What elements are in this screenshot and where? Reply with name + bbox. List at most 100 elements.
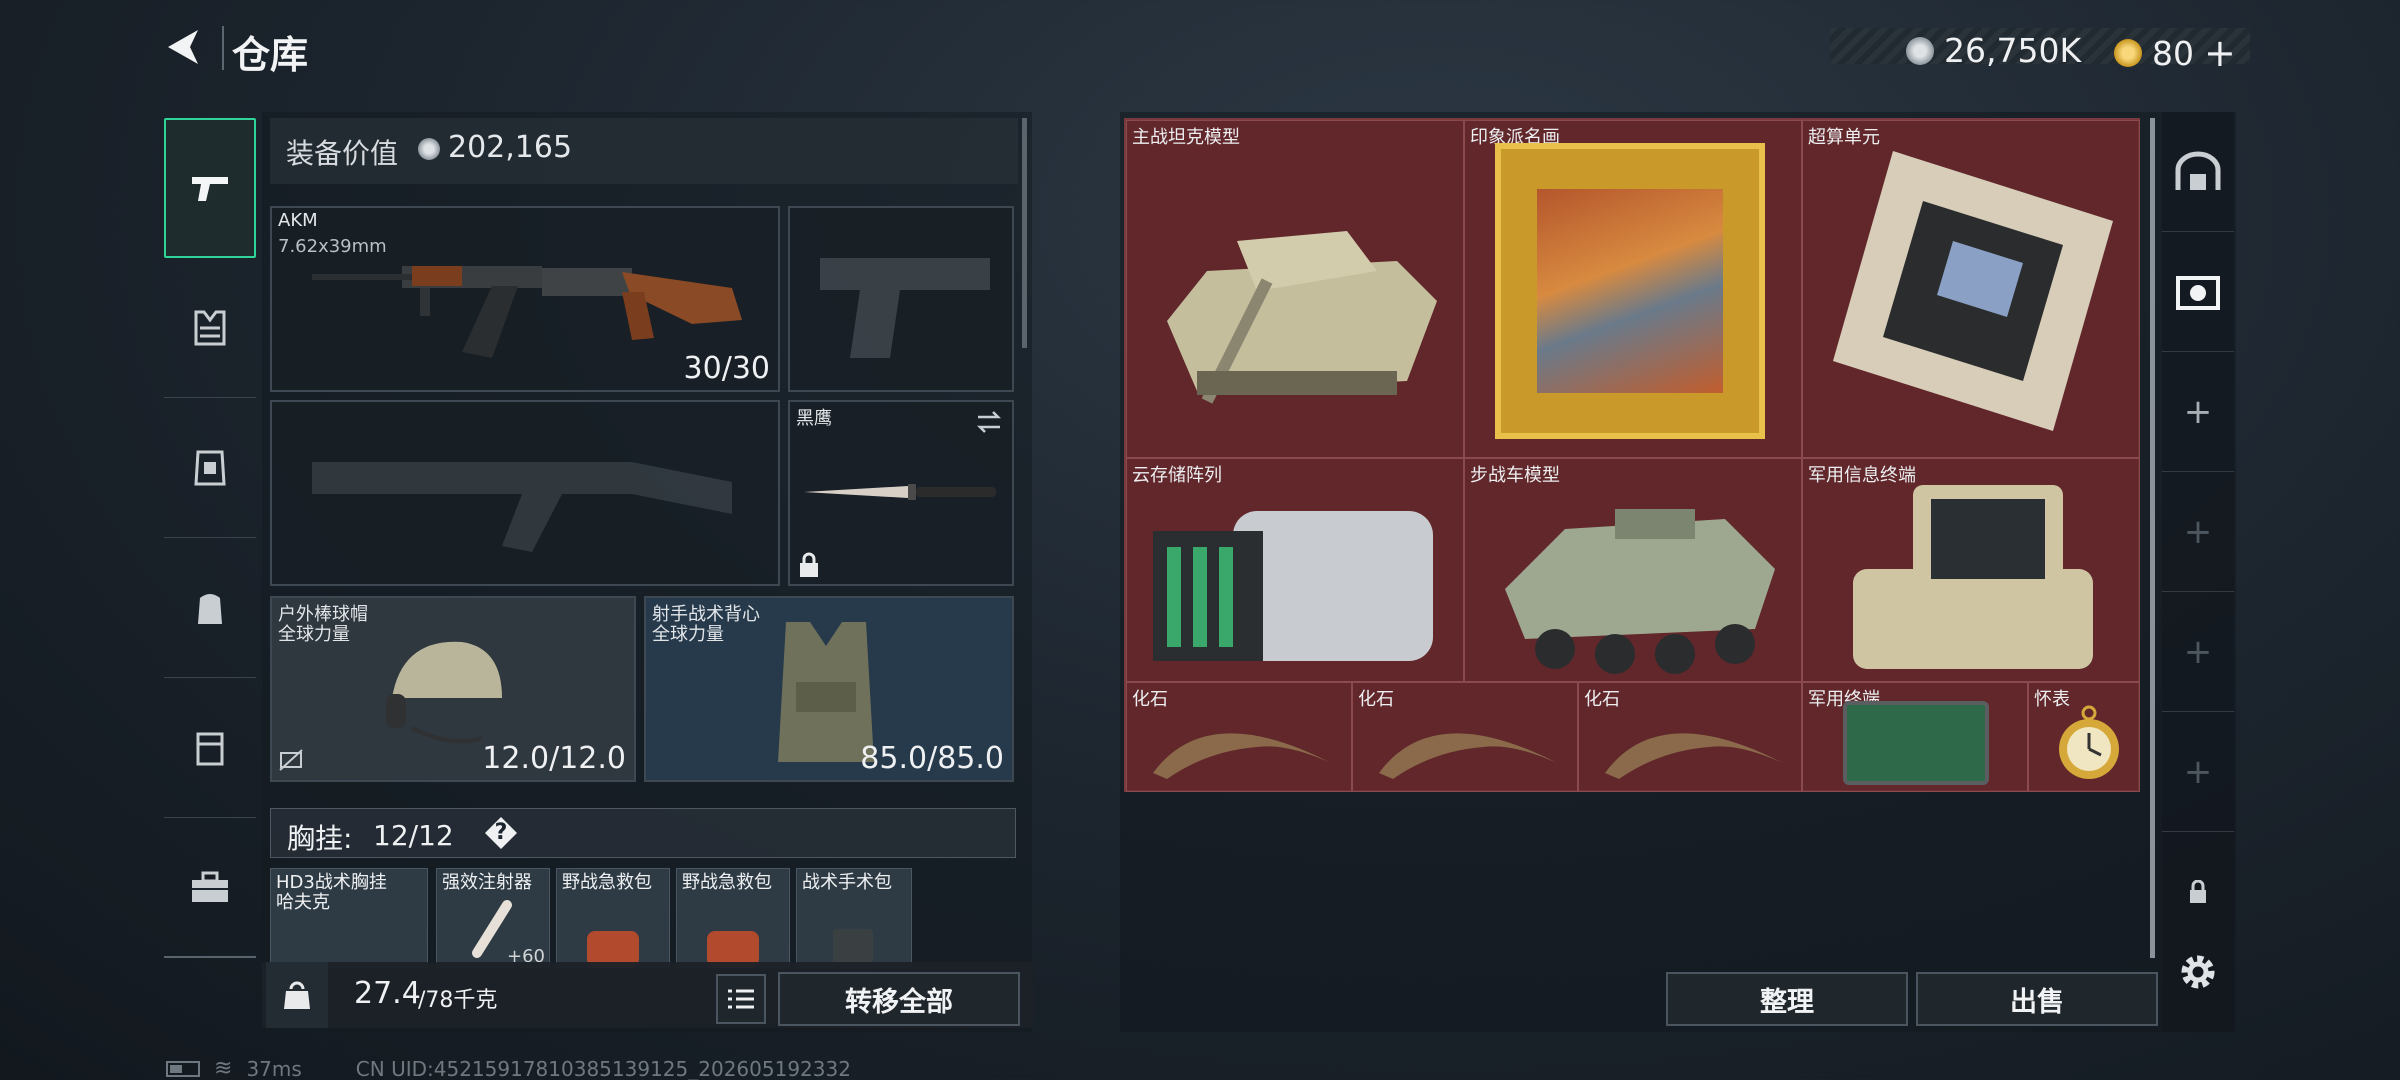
transfer-all-button[interactable]: 转移全部: [778, 972, 1020, 1026]
chest-rig-header: 胸挂: 12/12 ?: [270, 808, 1016, 858]
knife-icon: [804, 484, 996, 500]
money-coin-icon: [1906, 36, 1934, 65]
primary-weapon-slot[interactable]: AKM 7.62x39mm 30/30: [270, 206, 780, 392]
storage-item[interactable]: 主战坦克模型: [1126, 120, 1464, 458]
coin-display[interactable]: 80 +: [2114, 31, 2236, 75]
add-storage-tab[interactable]: +: [2162, 592, 2234, 712]
armor-durability: 85.0/85.0: [860, 741, 1004, 776]
help-icon[interactable]: ?: [485, 817, 517, 849]
rig-item-name: 强效注射器: [442, 872, 532, 893]
tab-weapons[interactable]: [164, 118, 256, 258]
supercomputer-unit-icon: [1833, 151, 2113, 431]
gear-icon: [2181, 955, 2215, 989]
tab-backpack[interactable]: [164, 538, 256, 678]
chest-rig-capacity: 12/12: [373, 819, 454, 852]
tab-storage-main[interactable]: [2162, 112, 2234, 232]
add-storage-tab[interactable]: +: [2162, 352, 2234, 472]
back-arrow-icon: [168, 30, 198, 64]
money-amount: 26,750K: [1944, 31, 2082, 70]
tab-pouch[interactable]: [164, 678, 256, 818]
equipment-value: 202,165: [448, 130, 573, 165]
back-button[interactable]: [160, 22, 210, 72]
toolbox-icon: [192, 871, 228, 902]
equipment-box-icon: [2176, 275, 2220, 310]
money-coin-icon: [418, 138, 440, 160]
storage-item[interactable]: 化石: [1352, 682, 1578, 792]
fossil-claw-icon: [1153, 733, 1331, 779]
fossil-claw-icon: [1379, 733, 1557, 779]
money-display: 26,750K: [1906, 31, 2081, 70]
storage-item[interactable]: 步战车模型: [1464, 458, 1802, 682]
rig-item[interactable]: HD3战术胸挂 哈夫克: [270, 868, 428, 968]
painting-frame-icon: [1495, 143, 1765, 439]
tab-toolbox[interactable]: [164, 818, 256, 958]
tab-armor[interactable]: [164, 398, 256, 538]
storage-item[interactable]: 军用信息终端: [1802, 458, 2140, 682]
warehouse-icon: [2175, 151, 2221, 190]
helmet-slot[interactable]: 户外棒球帽 全球力量 12.0/12.0: [270, 596, 636, 782]
storage-item-name: 云存储阵列: [1132, 465, 1222, 486]
military-tablet-icon: [1843, 701, 1989, 785]
storage-grid: 主战坦克模型 印象派名画 超算单元 云存储阵列 步战车模型 军用信息终端 化石 …: [1124, 118, 2140, 792]
sidearm-slot-empty[interactable]: [788, 206, 1014, 392]
armor-slot[interactable]: 射手战术背心 全球力量 85.0/85.0: [644, 596, 1014, 782]
rig-item-name: 野战急救包: [562, 872, 652, 893]
weight-icon-box: [266, 962, 328, 1028]
storage-item[interactable]: 化石: [1578, 682, 1802, 792]
rig-item[interactable]: 野战急救包: [556, 868, 670, 968]
armor-brand: 全球力量: [652, 624, 724, 645]
header-divider: [222, 26, 224, 70]
rig-item[interactable]: 战术手术包: [796, 868, 912, 969]
ammo-count: 30/30: [683, 351, 770, 386]
tab-vest[interactable]: [164, 258, 256, 398]
storage-item[interactable]: 军用终端: [1802, 682, 2028, 792]
list-view-button[interactable]: [716, 974, 766, 1024]
storage-item[interactable]: 印象派名画: [1464, 120, 1802, 458]
storage-item[interactable]: 怀表: [2028, 682, 2140, 792]
storage-item[interactable]: 云存储阵列: [1126, 458, 1464, 682]
helmet-brand: 全球力量: [278, 624, 350, 645]
chest-rig-label: 胸挂:: [287, 822, 353, 855]
user-uid: CN UID:452159178103851391​25_20260519233…: [355, 1056, 851, 1080]
loadout-scrollbar[interactable]: [1022, 118, 1027, 348]
storage-item[interactable]: 化石: [1126, 682, 1352, 792]
helmet-durability: 12.0/12.0: [482, 741, 626, 776]
secondary-weapon-slot-empty[interactable]: [270, 400, 780, 586]
storage-item-name: 主战坦克模型: [1132, 127, 1240, 148]
max-weight: /78千克: [418, 988, 498, 1013]
equipment-value-label: 装备价值: [286, 137, 399, 170]
rig-item[interactable]: 野战急救包: [676, 868, 790, 968]
backpack-icon: [198, 593, 222, 624]
lock-icon: [800, 552, 818, 577]
plus-icon: +: [2183, 631, 2213, 672]
gun-icon: [192, 177, 228, 201]
status-bar: ≋ 37ms CN UID:452159178103851391​25_2026…: [166, 1056, 851, 1080]
add-storage-tab[interactable]: +: [2162, 472, 2234, 592]
sort-button[interactable]: 整理: [1666, 972, 1908, 1026]
storage-item[interactable]: 超算单元: [1802, 120, 2140, 458]
add-storage-tab[interactable]: +: [2162, 712, 2234, 832]
pistol-silhouette-icon: [820, 258, 990, 358]
plus-icon: +: [2183, 751, 2213, 792]
rig-item-name: 野战急救包: [682, 872, 772, 893]
military-terminal-icon: [1853, 485, 2093, 669]
add-coin-button[interactable]: +: [2204, 31, 2236, 75]
rig-item-brand: 哈夫克: [276, 892, 330, 913]
tab-storage-equipment[interactable]: [2162, 232, 2234, 352]
equipment-value-box: 装备价值 202,165: [270, 118, 1018, 184]
settings-button[interactable]: [2162, 912, 2234, 1032]
pouch-icon: [196, 732, 224, 765]
plus-icon: +: [2183, 511, 2213, 552]
coin-amount: 80: [2152, 33, 2194, 73]
sell-button[interactable]: 出售: [1916, 972, 2158, 1026]
ifv-model-icon: [1505, 509, 1775, 674]
page-title: 仓库: [232, 33, 309, 77]
ping: 37ms: [246, 1056, 302, 1080]
tank-model-icon: [1167, 231, 1437, 404]
battery-icon: [166, 1060, 200, 1077]
melee-slot[interactable]: 黑鹰: [788, 400, 1014, 586]
no-repair-icon: [279, 749, 303, 771]
swap-icon[interactable]: [974, 410, 1004, 434]
storage-scrollbar[interactable]: [2150, 118, 2155, 958]
rig-item[interactable]: 强效注射器 +60: [436, 868, 550, 968]
